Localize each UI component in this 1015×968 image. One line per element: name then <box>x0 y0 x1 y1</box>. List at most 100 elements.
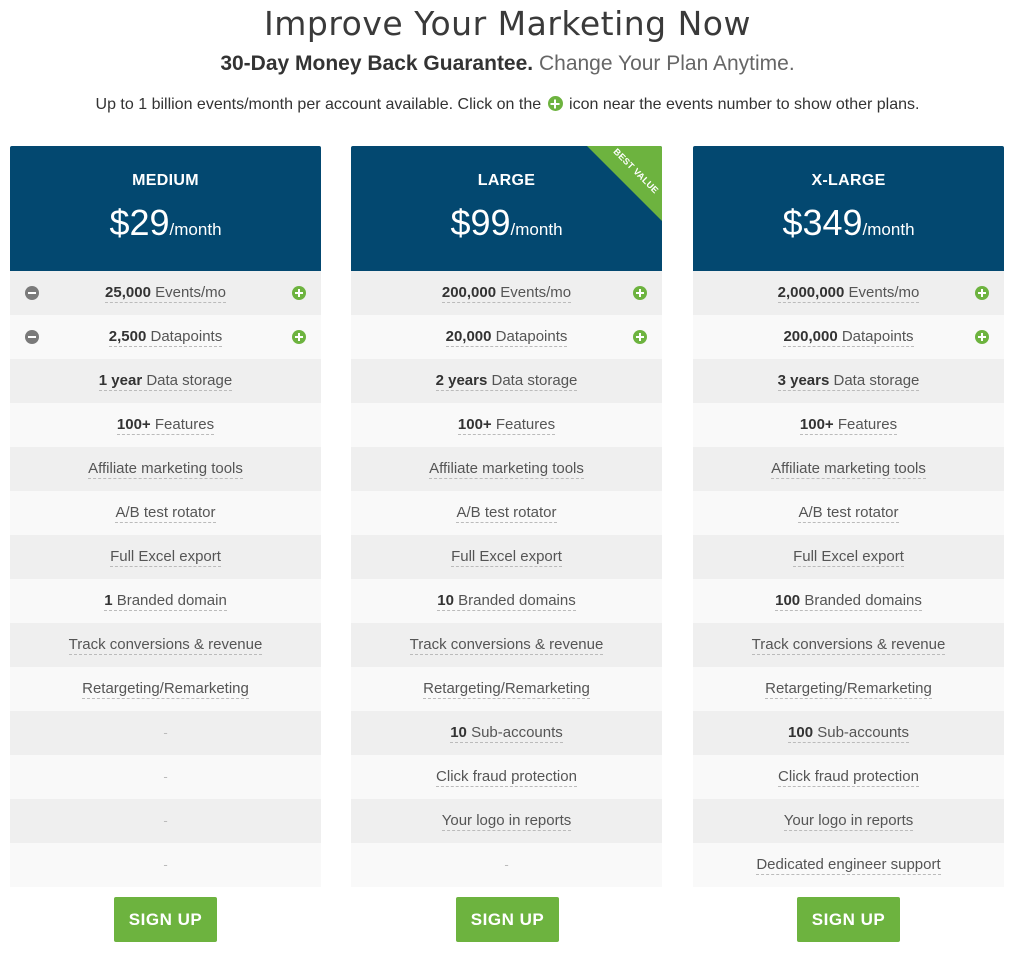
feature-label: Retargeting/Remarketing <box>423 680 590 697</box>
feature-value: 10 <box>437 592 454 609</box>
feature-unavailable: - <box>163 725 168 740</box>
feature-row: Dedicated engineer support <box>693 843 1004 887</box>
feature-text: 1 Branded domain <box>104 592 227 611</box>
feature-row: 1 Branded domain <box>10 579 321 623</box>
feature-label: Data storage <box>146 372 233 389</box>
feature-row: Your logo in reports <box>351 799 662 843</box>
feature-text: Full Excel export <box>451 548 562 567</box>
feature-text: Retargeting/Remarketing <box>82 680 249 699</box>
signup-button-medium[interactable]: SIGN UP <box>114 897 217 942</box>
feature-text: 2 years Data storage <box>435 372 578 391</box>
feature-text: Track conversions & revenue <box>751 636 946 655</box>
feature-row: Click fraud protection <box>693 755 1004 799</box>
feature-text: 1 year Data storage <box>98 372 233 391</box>
info-text-after: icon near the events number to show othe… <box>569 96 920 113</box>
price-period: /month <box>862 220 915 239</box>
feature-label: Full Excel export <box>110 548 221 565</box>
feature-text: 20,000 Datapoints <box>445 328 568 347</box>
feature-row: Full Excel export <box>693 535 1004 579</box>
feature-row: A/B test rotator <box>693 491 1004 535</box>
plan-medium: MEDIUM $29/month 25,000 Events/mo 2,500 Dat… <box>10 146 321 887</box>
feature-value: 25,000 <box>105 284 151 301</box>
feature-text: 200,000 Datapoints <box>783 328 914 347</box>
feature-label: Branded domains <box>804 592 922 609</box>
feature-value: 2 years <box>435 372 488 389</box>
info-text-before: Up to 1 billion events/month per account… <box>95 96 542 113</box>
feature-row: 25,000 Events/mo <box>10 271 321 315</box>
feature-value: 1 year <box>98 372 143 389</box>
plan-x-large: X-LARGE $349/month 2,000,000 Events/mo 200,… <box>693 146 1004 887</box>
feature-text: A/B test rotator <box>798 504 899 523</box>
plus-circle-icon[interactable] <box>975 330 989 344</box>
feature-row: 100+ Features <box>693 403 1004 447</box>
feature-row: - <box>10 843 321 887</box>
plus-circle-icon[interactable] <box>292 330 306 344</box>
feature-text: Retargeting/Remarketing <box>765 680 932 699</box>
feature-label: Your logo in reports <box>441 812 572 829</box>
feature-value: 3 years <box>777 372 830 389</box>
feature-row: 1 year Data storage <box>10 359 321 403</box>
feature-label: Track conversions & revenue <box>751 636 946 653</box>
feature-label: Branded domain <box>116 592 227 609</box>
feature-unavailable: - <box>504 857 509 872</box>
feature-value: 100 <box>775 592 801 609</box>
feature-label: Click fraud protection <box>436 768 577 785</box>
feature-label: Track conversions & revenue <box>409 636 604 653</box>
page-title: Improve Your Marketing Now <box>264 4 751 43</box>
feature-text: Full Excel export <box>110 548 221 567</box>
plus-circle-icon <box>547 96 563 111</box>
plus-circle-icon[interactable] <box>633 286 647 300</box>
feature-label: Features <box>495 416 556 433</box>
feature-row: Track conversions & revenue <box>10 623 321 667</box>
feature-text: Retargeting/Remarketing <box>423 680 590 699</box>
price-amount: $99 <box>450 202 511 243</box>
page-subtitle: 30-Day Money Back Guarantee. Change Your… <box>0 52 1015 76</box>
feature-label: Affiliate marketing tools <box>88 460 243 477</box>
feature-label: A/B test rotator <box>456 504 557 521</box>
minus-circle-icon[interactable] <box>25 330 39 344</box>
feature-unavailable: - <box>163 769 168 784</box>
feature-row: Affiliate marketing tools <box>693 447 1004 491</box>
feature-row: - <box>351 843 662 887</box>
feature-text: Click fraud protection <box>778 768 919 787</box>
feature-text: 25,000 Events/mo <box>105 284 226 303</box>
feature-label: Data storage <box>833 372 920 389</box>
feature-value: 100+ <box>799 416 834 433</box>
feature-row: - <box>10 711 321 755</box>
feature-value: 20,000 <box>445 328 492 345</box>
feature-row: 100 Sub-accounts <box>693 711 1004 755</box>
price-period: /month <box>169 220 222 239</box>
feature-label: Full Excel export <box>451 548 562 565</box>
plan-header: LARGE $99/month BEST VALUE <box>351 146 662 271</box>
feature-text: Your logo in reports <box>783 812 914 831</box>
feature-label: Features <box>154 416 215 433</box>
minus-circle-icon[interactable] <box>25 286 39 300</box>
feature-label: Sub-accounts <box>817 724 909 741</box>
feature-value: 2,000,000 <box>777 284 845 301</box>
feature-row: Retargeting/Remarketing <box>10 667 321 711</box>
signup-button-x-large[interactable]: SIGN UP <box>797 897 900 942</box>
feature-label: Full Excel export <box>793 548 904 565</box>
feature-text: Click fraud protection <box>436 768 577 787</box>
feature-label: Affiliate marketing tools <box>771 460 926 477</box>
plan-large: LARGE $99/month BEST VALUE 200,000 Events/m… <box>351 146 662 887</box>
feature-row: 10 Branded domains <box>351 579 662 623</box>
feature-text: Full Excel export <box>793 548 904 567</box>
info-line: Up to 1 billion events/month per account… <box>0 96 1015 114</box>
feature-text: 100+ Features <box>116 416 215 435</box>
price-amount: $349 <box>782 202 863 243</box>
signup-button-large[interactable]: SIGN UP <box>456 897 559 942</box>
plus-circle-icon[interactable] <box>633 330 647 344</box>
feature-text: 100 Branded domains <box>775 592 922 611</box>
feature-row: Track conversions & revenue <box>351 623 662 667</box>
feature-label: Datapoints <box>150 328 223 345</box>
feature-row: 2,000,000 Events/mo <box>693 271 1004 315</box>
feature-label: Events/mo <box>500 284 572 301</box>
feature-row: Full Excel export <box>351 535 662 579</box>
feature-label: Dedicated engineer support <box>756 856 941 873</box>
feature-text: A/B test rotator <box>115 504 216 523</box>
plus-circle-icon[interactable] <box>292 286 306 300</box>
plus-circle-icon[interactable] <box>975 286 989 300</box>
feature-row: A/B test rotator <box>10 491 321 535</box>
feature-label: Datapoints <box>841 328 914 345</box>
